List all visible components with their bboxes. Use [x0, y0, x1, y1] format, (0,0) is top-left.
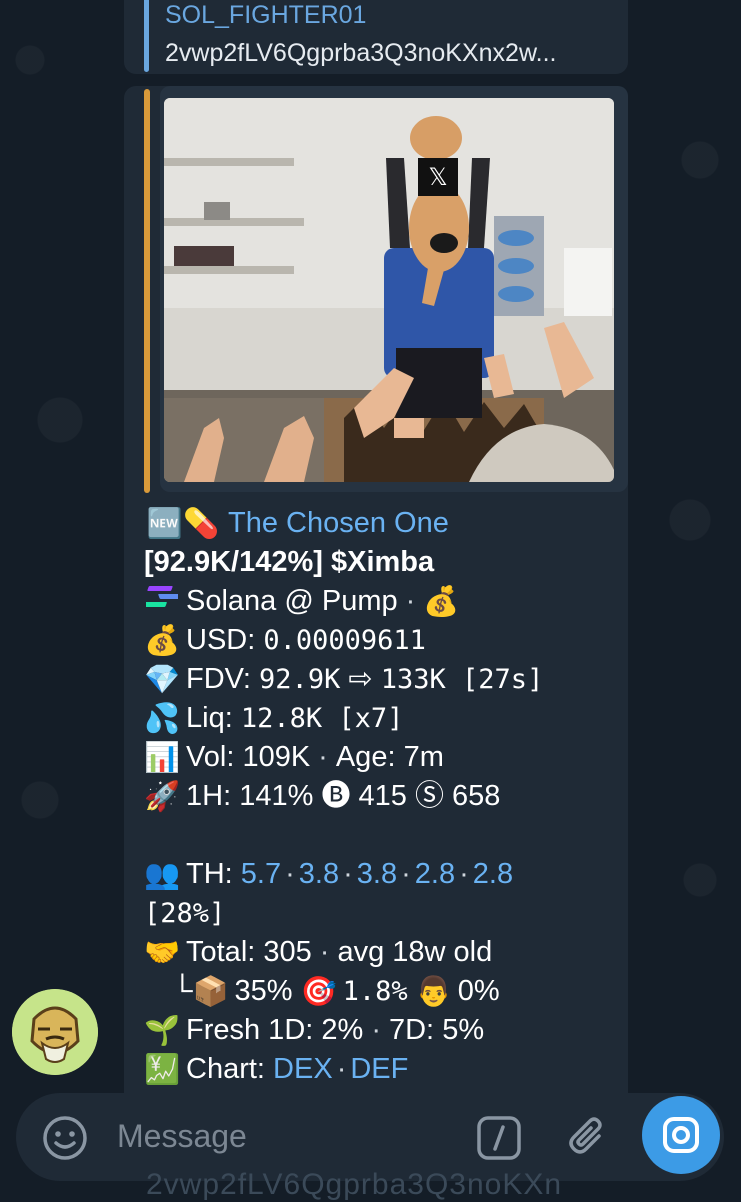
fresh-1d-value: 2%	[321, 1014, 364, 1046]
x-logo-icon: 𝕏	[428, 163, 447, 191]
summary-row: [92.9K/142%] $Ximba	[144, 543, 624, 582]
preview-accent-bar	[144, 89, 150, 493]
camera-button[interactable]	[642, 1096, 720, 1174]
sender-avatar[interactable]	[12, 989, 98, 1075]
usd-label: USD:	[186, 624, 256, 656]
liq-label: Liq:	[186, 702, 233, 734]
th-value-link[interactable]: 2.8	[473, 855, 513, 894]
bar-chart-icon: 📊	[144, 740, 181, 774]
sells-icon: Ⓢ	[414, 780, 444, 812]
droplets-icon: 💦	[144, 701, 181, 735]
fdv-value: 92.9K	[259, 664, 341, 695]
def-link[interactable]: DEF	[350, 1050, 408, 1089]
th-value-link[interactable]: 3.8	[299, 855, 339, 894]
developer-icon: 👨	[415, 974, 452, 1008]
age-value: 7m	[403, 741, 444, 773]
solana-icon	[141, 582, 184, 621]
preview-image[interactable]: 𝕏	[164, 98, 614, 482]
package-icon: 📦	[192, 974, 229, 1008]
fdv-row: 💎 FDV: 92.9K ⇨ 133K [27s]	[144, 660, 624, 699]
network-text: Solana @ Pump	[186, 585, 398, 617]
th-label: TH:	[186, 858, 233, 890]
th-percent: [28%]	[144, 898, 226, 929]
top-holders-row: 👥 TH: 5.7 · 3.8 · 3.8 · 2.8 · 2.8	[144, 855, 624, 894]
dex-link[interactable]: DEX	[273, 1050, 333, 1089]
th-separator: ·	[285, 858, 295, 890]
one-hour-row: 🚀 1H: 141% 🅑 415 Ⓢ 658	[144, 777, 624, 816]
usd-value: 0.00009611	[263, 625, 426, 656]
fresh-row: 🌱 Fresh 1D: 2% · 7D: 5%	[144, 1011, 624, 1050]
branch-glyph: └	[172, 975, 193, 1007]
arrow-right-icon: ⇨	[348, 663, 373, 695]
th-separator: ·	[401, 858, 411, 890]
vol-separator: ·	[318, 741, 328, 773]
fresh-label: Fresh 1D:	[186, 1014, 314, 1046]
liquidity-row: 💦 Liq: 12.8K [x7]	[144, 699, 624, 738]
volume-row: 📊 Vol: 109K · Age: 7m	[144, 738, 624, 777]
chart-row: 💹 Chart: DEX · DEF	[144, 1050, 624, 1089]
bot-commands-icon[interactable]	[474, 1113, 524, 1163]
network-separator: ·	[405, 585, 416, 617]
fresh-separator: ·	[371, 1014, 381, 1046]
total-label: Total:	[186, 936, 256, 968]
total-row: 🤝 Total: 305 · avg 18w old	[144, 933, 624, 972]
token-title-link[interactable]: The Chosen One	[228, 504, 449, 543]
emoji-icon[interactable]	[40, 1113, 90, 1163]
h1-value: 141%	[239, 780, 314, 812]
fresh-7d-value: 5%	[442, 1014, 485, 1046]
chart-label: Chart:	[186, 1053, 265, 1085]
box-value: 35%	[234, 975, 293, 1007]
usd-row: 💰 USD: 0.00009611	[144, 621, 624, 660]
reply-text: 2vwp2fLV6Qgprba3Q3noKXnx2w...	[165, 39, 557, 67]
title-row: 🆕💊 The Chosen One	[144, 504, 624, 543]
fdv-label: FDV:	[186, 663, 251, 695]
dev-value: 0%	[457, 975, 500, 1007]
buys-icon: 🅑	[321, 780, 351, 812]
avg-age: avg 18w old	[337, 936, 493, 968]
total-separator: ·	[319, 936, 330, 968]
target-value: 1.8%	[342, 976, 408, 1007]
reply-author: SOL_FIGHTER01	[165, 1, 367, 29]
background-ghost-text: 2vwp2fLV6Qgprba3Q3noKXn	[146, 1168, 563, 1201]
target-icon: 🎯	[300, 974, 337, 1008]
seedling-icon: 🌱	[144, 1013, 181, 1047]
people-icon: 👥	[144, 857, 181, 891]
handshake-icon: 🤝	[144, 935, 181, 969]
fresh-7d-label: 7D:	[388, 1014, 435, 1046]
age-label: Age:	[335, 741, 396, 773]
attach-icon[interactable]	[564, 1113, 614, 1163]
rocket-icon: 🚀	[144, 779, 181, 813]
th-percent-row: [28%]	[144, 894, 624, 933]
message-text: 🆕💊 The Chosen One [92.9K/142%] $Ximba So…	[141, 504, 624, 1089]
chart-separator: ·	[336, 1053, 347, 1085]
buys-value: 415	[358, 780, 407, 812]
reply-quote[interactable]: SOL_FIGHTER01 2vwp2fLV6Qgprba3Q3noKXnx2w…	[124, 0, 628, 74]
vol-value: 109K	[242, 741, 311, 773]
money-bag-icon[interactable]: 💰	[423, 582, 459, 621]
diamond-icon: 💎	[144, 662, 181, 696]
th-value-link[interactable]: 5.7	[241, 855, 281, 894]
th-value-link[interactable]: 2.8	[415, 855, 455, 894]
link-preview[interactable]: 𝕏	[160, 86, 628, 492]
sells-value: 658	[452, 780, 501, 812]
liq-value: 12.8K [x7]	[240, 703, 404, 734]
h1-label: 1H:	[186, 780, 232, 812]
reply-accent-bar	[144, 0, 149, 72]
total-value: 305	[263, 936, 312, 968]
fdv-target: 133K [27s]	[380, 664, 544, 695]
vol-label: Vol:	[186, 741, 235, 773]
th-separator: ·	[343, 858, 353, 890]
camera-icon	[663, 1117, 699, 1153]
money-bag-icon: 💰	[144, 623, 181, 657]
th-value-link[interactable]: 3.8	[357, 855, 397, 894]
chart-increasing-icon: 💹	[144, 1052, 181, 1086]
breakdown-row: └ 📦 35% 🎯 1.8% 👨 0%	[144, 972, 624, 1011]
message-bubble: 𝕏 🆕💊 The Chosen One [92.9K/142%] $Ximba …	[124, 86, 628, 1116]
summary-text: [92.9K/142%] $Ximba	[144, 546, 435, 578]
th-separator: ·	[459, 858, 469, 890]
network-row: Solana @ Pump · 💰	[141, 582, 624, 621]
new-pill-icon: 🆕💊	[146, 506, 220, 540]
message-input[interactable]: Message	[117, 1116, 247, 1156]
